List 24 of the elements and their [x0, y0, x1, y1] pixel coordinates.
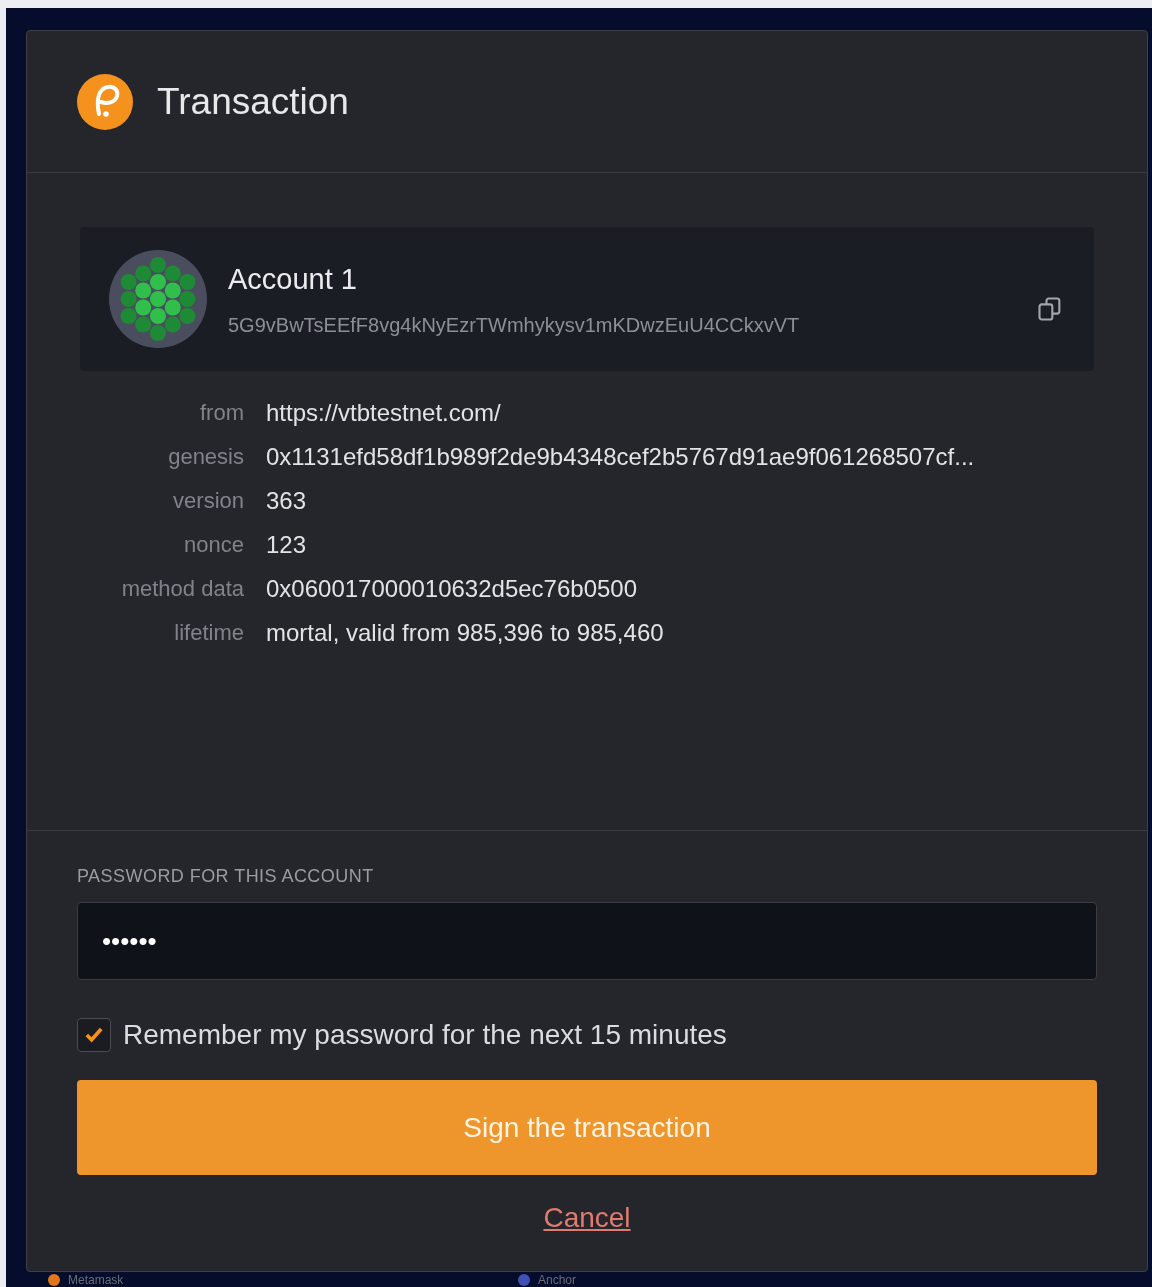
- account-identicon: [108, 249, 208, 349]
- remember-label: Remember my password for the next 15 minutes: [123, 1018, 727, 1052]
- cancel-link[interactable]: Cancel: [543, 1197, 631, 1239]
- detail-value: 0x060017000010632d5ec76b0500: [266, 574, 639, 604]
- remember-checkbox[interactable]: [77, 1018, 111, 1052]
- detail-label: lifetime: [173, 619, 244, 647]
- detail-label: version: [172, 487, 244, 515]
- account-address: 5G9vBwTsEEfF8vg4kNyEzrTWmhykysv1mKDwzEuU4CCkxvVT: [228, 312, 801, 338]
- detail-label: genesis: [167, 443, 244, 471]
- wallet-name: Anchor: [538, 1272, 577, 1287]
- detail-value: mortal, valid from 985,396 to 985,460: [266, 618, 665, 648]
- detail-value: 363: [266, 486, 308, 516]
- detail-value: https://vtbtestnet.com/: [266, 398, 502, 428]
- detail-label: method data: [120, 575, 244, 603]
- detail-value: 0x1131efd58df1b989f2de9b4348cef2b5767d91ae9f061268507cf...: [266, 442, 976, 472]
- password-label: PASSWORD FOR THIS ACCOUNT: [77, 865, 375, 888]
- dialog-title: Transaction: [157, 79, 349, 124]
- wallet-name: Metamask: [68, 1272, 124, 1287]
- logo-icon: [77, 73, 133, 130]
- account-name: Account 1: [228, 262, 358, 298]
- detail-label: nonce: [183, 531, 244, 559]
- detail-label: from: [199, 399, 244, 427]
- password-field[interactable]: ••••••: [77, 902, 1097, 980]
- detail-value: 123: [266, 530, 308, 560]
